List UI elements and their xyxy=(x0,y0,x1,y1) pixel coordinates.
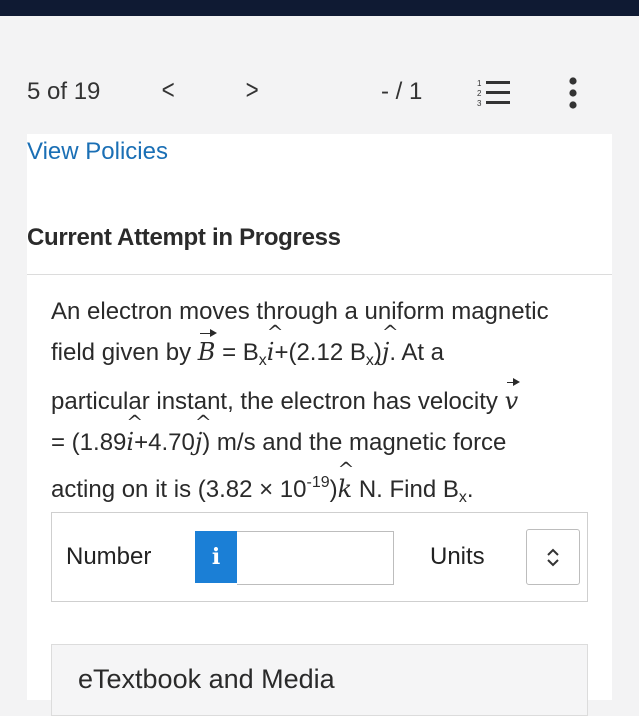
vector-v: v xyxy=(505,378,520,421)
units-select[interactable] xyxy=(526,529,580,585)
view-policies-link[interactable]: View Policies xyxy=(27,138,168,166)
answer-box: Number i Units xyxy=(51,512,588,602)
etextbook-section[interactable]: eTextbook and Media xyxy=(51,644,588,716)
question-score: - / 1 xyxy=(381,78,423,105)
question-text: An electron moves through a uniform magn… xyxy=(51,292,596,518)
question-line-2: field given by B = Bxi+(2.12 Bx)j. At a xyxy=(51,312,596,381)
unit-vector-k: k xyxy=(338,449,353,509)
list-number-2: 2 xyxy=(477,89,482,98)
unit-vector-j: j xyxy=(382,312,390,372)
units-label: Units xyxy=(430,543,485,570)
number-label: Number xyxy=(66,543,152,570)
etextbook-label: eTextbook and Media xyxy=(78,664,335,694)
next-question-button[interactable]: > xyxy=(246,74,259,106)
question-counter: 5 of 19 xyxy=(27,78,101,105)
number-input[interactable] xyxy=(237,531,394,585)
question-nav: 5 of 19 < > - / 1 1 2 3 xyxy=(0,16,639,134)
question-line-4: = (1.89i+4.70j) m/s and the magnetic for… xyxy=(51,402,596,463)
unit-vector-i: i xyxy=(267,312,275,372)
more-options-icon[interactable] xyxy=(567,76,579,110)
divider xyxy=(27,274,612,275)
question-panel: View Policies Current Attempt in Progres… xyxy=(27,134,612,716)
top-bar xyxy=(0,0,639,16)
updown-chevron-icon xyxy=(547,548,559,567)
question-line-5: acting on it is (3.82 × 10-19)k N. Find … xyxy=(51,449,596,518)
list-number-1: 1 xyxy=(477,79,482,88)
info-button[interactable]: i xyxy=(195,531,237,583)
previous-question-button[interactable]: < xyxy=(162,74,175,106)
list-number-3: 3 xyxy=(477,99,482,108)
question-line-1: An electron moves through a uniform magn… xyxy=(51,298,549,325)
vector-b: B xyxy=(198,329,218,372)
attempt-heading: Current Attempt in Progress xyxy=(27,224,341,251)
question-list-icon[interactable]: 1 2 3 xyxy=(476,78,510,108)
